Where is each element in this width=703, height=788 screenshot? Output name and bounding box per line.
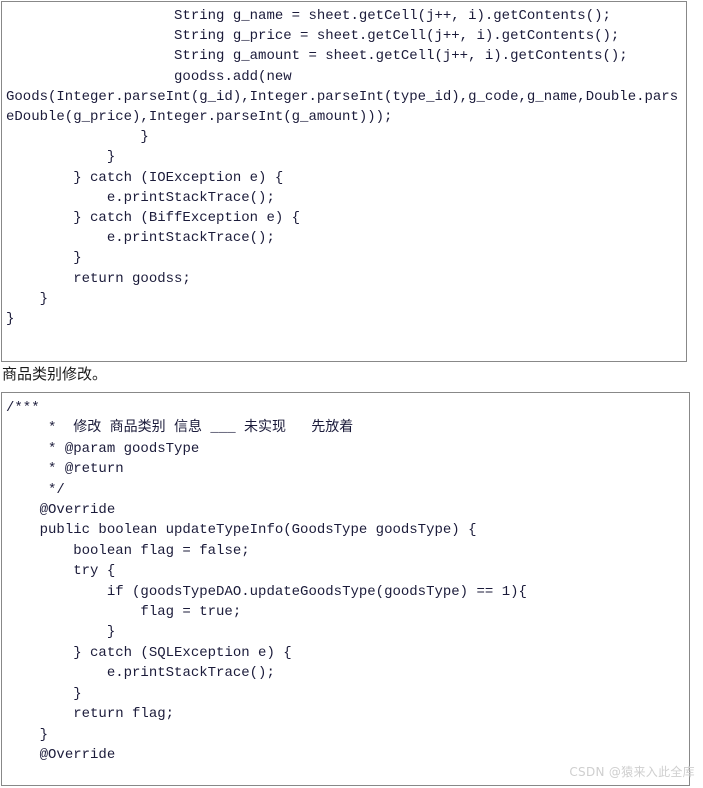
code-line: Goods(Integer.parseInt(g_id),Integer.par… — [6, 88, 679, 126]
code-line: return goodss; — [6, 270, 191, 287]
code-line: flag = true; — [6, 604, 242, 621]
code-line: } — [6, 129, 149, 146]
code-line: @Override — [6, 502, 116, 519]
code-block-update-goods-type: /*** * 修改 商品类别 信息 ___ 未实现 先放着 * @param g… — [1, 392, 690, 786]
code-line: boolean flag = false; — [6, 542, 250, 559]
code-line: * @param goodsType — [6, 440, 200, 457]
code-line: } — [6, 685, 82, 702]
code-line: * @return — [6, 461, 124, 478]
code-line: */ — [6, 481, 65, 498]
code-line: public boolean updateTypeInfo(GoodsType … — [6, 522, 477, 539]
code-line: e.printStackTrace(); — [6, 189, 275, 206]
code-line: * 修改 商品类别 信息 ___ 未实现 先放着 — [6, 420, 354, 437]
code-line: } catch (SQLException e) { — [6, 644, 292, 661]
screenshot-page: String g_name = sheet.getCell(j++, i).ge… — [0, 0, 703, 788]
code-line: /*** — [6, 400, 40, 416]
code-line: } — [6, 250, 82, 267]
code-line: } — [6, 290, 49, 307]
code-line: e.printStackTrace(); — [6, 230, 275, 247]
code-line: goodss.add(new — [6, 68, 292, 85]
code-line: } catch (IOException e) { — [6, 169, 284, 186]
code-line: } — [6, 624, 116, 641]
section-caption: 商品类别修改。 — [2, 365, 108, 383]
code-content: String g_name = sheet.getCell(j++, i).ge… — [2, 2, 686, 329]
code-line: String g_amount = sheet.getCell(j++, i).… — [6, 48, 628, 65]
code-line: @Override — [6, 746, 116, 763]
code-line: if (goodsTypeDAO.updateGoodsType(goodsTy… — [6, 583, 527, 600]
code-line: return flag; — [6, 706, 175, 723]
code-line: try { — [6, 563, 116, 580]
code-line: } catch (BiffException e) { — [6, 210, 301, 227]
code-line: } — [6, 726, 49, 743]
csdn-watermark: CSDN @猿来入此全库 — [569, 765, 695, 779]
code-line: String g_price = sheet.getCell(j++, i).g… — [6, 28, 620, 45]
code-content: /*** * 修改 商品类别 信息 ___ 未实现 先放着 * @param g… — [2, 393, 689, 765]
code-line: } — [6, 311, 15, 328]
code-line: String g_name = sheet.getCell(j++, i).ge… — [6, 8, 611, 24]
code-block-excel-import: String g_name = sheet.getCell(j++, i).ge… — [1, 1, 687, 362]
code-line: } — [6, 149, 116, 166]
code-line: e.printStackTrace(); — [6, 665, 275, 682]
